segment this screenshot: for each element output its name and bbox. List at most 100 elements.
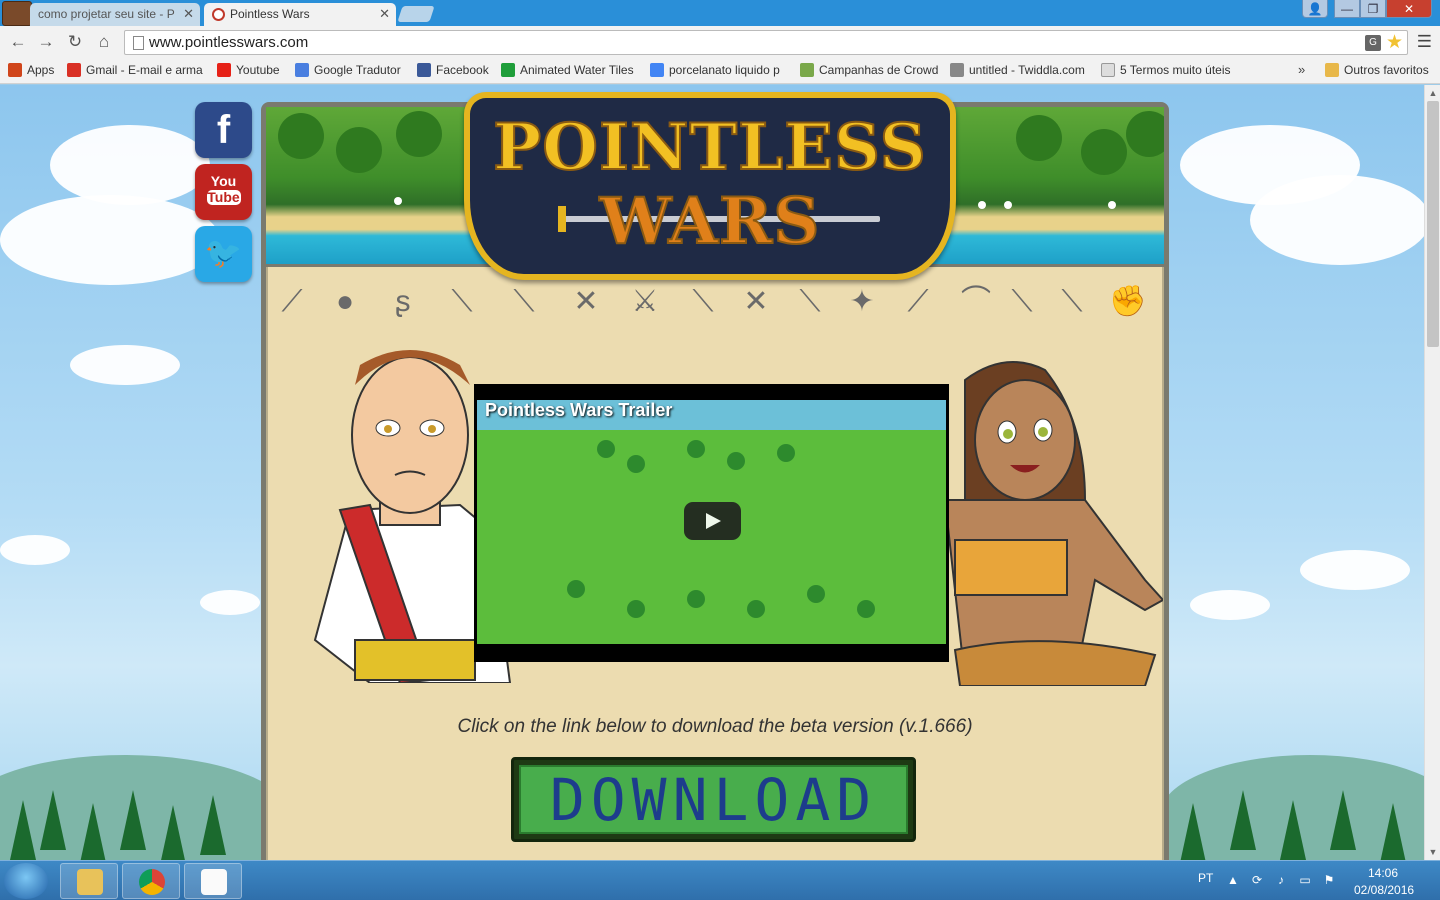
tree-decoration [747,600,765,618]
language-indicator[interactable]: PT [1198,871,1213,885]
close-window-button[interactable]: ✕ [1386,0,1432,18]
explorer-taskbar-button[interactable] [60,863,118,899]
rapier-icon: ⟍ [1011,285,1033,318]
bookmark-outros-favoritos[interactable]: Outros favoritos [1325,63,1429,77]
bookmark-youtube[interactable]: Youtube [217,63,280,77]
site-favicon-icon [212,8,225,21]
flower-decoration [394,197,402,205]
chrome-taskbar-button[interactable] [122,863,180,899]
home-icon[interactable]: ⌂ [94,32,114,52]
tab-strip: como projetar seu site - P ✕ Pointless W… [0,0,1440,26]
palm-tree-decoration [396,111,442,157]
chrome-icon [139,869,165,895]
bookmark-termos[interactable]: 5 Termos muito úteis [1101,63,1239,77]
tree-decoration [10,800,36,860]
cloud-decoration [50,125,210,205]
bookmarks-bar: Apps Gmail - E-mail e arma Youtube Googl… [0,59,1440,84]
bookmark-label: 5 Termos muito úteis [1120,63,1231,77]
clock-time[interactable]: 14:06 [1368,866,1398,880]
cloud-decoration [0,535,70,565]
more-bookmarks-icon[interactable]: » [1298,62,1305,77]
tab-label: como projetar seu site - P [38,7,175,21]
game-logo: POINTLESS WARS [464,92,956,280]
bookmark-star-icon[interactable]: ★ [1386,31,1403,54]
start-button[interactable] [4,863,48,899]
url-text[interactable]: www.pointlesswars.com [149,34,308,51]
tree-decoration [40,790,66,850]
bookmark-label: Apps [27,63,55,77]
palm-tree-decoration [336,127,382,173]
bookmark-twiddla[interactable]: untitled - Twiddla.com [950,63,1088,77]
back-icon[interactable]: ← [8,32,28,52]
maximize-button[interactable]: ❐ [1360,0,1386,18]
download-button[interactable]: DOWNLOAD [511,757,916,842]
facebook-icon: f [216,108,231,152]
flower-decoration [978,201,986,209]
cloud-decoration [1250,175,1424,265]
bomb-icon: ● [335,285,355,318]
cavewoman-character-illustration [945,361,1163,686]
bookmark-label: Gmail - E-mail e arma [86,63,203,77]
notepad-taskbar-button[interactable] [184,863,242,899]
weapons-row: ⟋ ● ʂ ⟍ ⟍ ✕ ⚔ ⟍ ✕ ⟍ ✦ ⟋ ⌒ ⟍ ⟍ ✊ [270,280,1160,330]
translate-icon[interactable]: G [1365,35,1381,51]
window-icon [2,1,32,26]
address-bar[interactable]: www.pointlesswars.com G ★ [124,30,1408,55]
bookmark-animated-water[interactable]: Animated Water Tiles [501,63,637,77]
tree-decoration [857,600,875,618]
play-icon[interactable] [684,502,741,540]
tab-active[interactable]: Pointless Wars ✕ [204,3,396,26]
action-center-flag-icon[interactable]: ⚑ [1322,873,1336,887]
page-scrollbar[interactable]: ▲ ▼ [1424,85,1440,860]
twitter-button[interactable]: 🐦 [195,226,252,282]
bookmark-apps[interactable]: Apps [8,63,54,77]
gauntlet-icon: ✊ [1109,285,1147,318]
logo-title-line2: WARS [599,183,821,260]
notepad-icon [201,869,227,895]
bookmark-gmail[interactable]: Gmail - E-mail e arma [67,63,207,77]
video-player[interactable]: Pointless Wars Trailer [474,384,949,662]
youtube-you-label: You [210,173,237,189]
youtube-icon: You Tube [206,173,241,205]
tree-decoration [597,440,615,458]
show-hidden-icons-icon[interactable]: ▲ [1226,873,1240,887]
clock-date[interactable]: 02/08/2016 [1354,883,1414,897]
browser-menu-icon[interactable]: ☰ [1417,32,1432,52]
sync-icon[interactable]: ⟳ [1250,873,1264,887]
video-title[interactable]: Pointless Wars Trailer [485,400,672,421]
scroll-up-icon[interactable]: ▲ [1425,85,1440,101]
youtube-button[interactable]: You Tube [195,164,252,220]
facebook-button[interactable]: f [195,102,252,158]
twitter-icon: 🐦 [204,237,243,270]
browser-toolbar: ← → ↻ ⌂ www.pointlesswars.com G ★ ☰ [0,26,1440,59]
close-tab-icon[interactable]: ✕ [183,3,194,25]
bookmark-google-tradutor[interactable]: Google Tradutor [295,63,401,77]
folder-icon [77,869,103,895]
axe-icon: ⚔ [631,285,659,318]
bookmark-facebook[interactable]: Facebook [417,63,489,77]
crowd-icon [800,63,814,77]
staff-icon: ⟍ [513,285,535,318]
tree-decoration [120,790,146,850]
scrollbar-thumb[interactable] [1427,101,1439,347]
forward-icon[interactable]: → [36,32,56,52]
bookmark-campanhas[interactable]: Campanhas de Crowd [800,63,938,77]
network-icon[interactable]: ▭ [1298,873,1312,887]
tree-decoration [627,600,645,618]
tab-inactive[interactable]: como projetar seu site - P ✕ [30,3,200,26]
reload-icon[interactable]: ↻ [65,32,85,52]
user-icon[interactable]: 👤 [1302,0,1328,18]
minimize-button[interactable]: — [1334,0,1360,18]
volume-icon[interactable]: ♪ [1274,873,1288,887]
spear-icon: ⟋ [281,285,303,318]
bookmark-label: Facebook [436,63,489,77]
crossbow-icon: ✕ [573,285,599,318]
scroll-down-icon[interactable]: ▼ [1425,844,1440,860]
tree-decoration [1380,803,1406,860]
tree-decoration [80,803,106,860]
youtube-icon [217,63,231,77]
close-tab-icon[interactable]: ✕ [379,3,390,25]
google-icon [650,63,664,77]
bookmark-porcelanato[interactable]: porcelanato liquido p [650,63,790,77]
new-tab-button[interactable] [397,6,435,22]
